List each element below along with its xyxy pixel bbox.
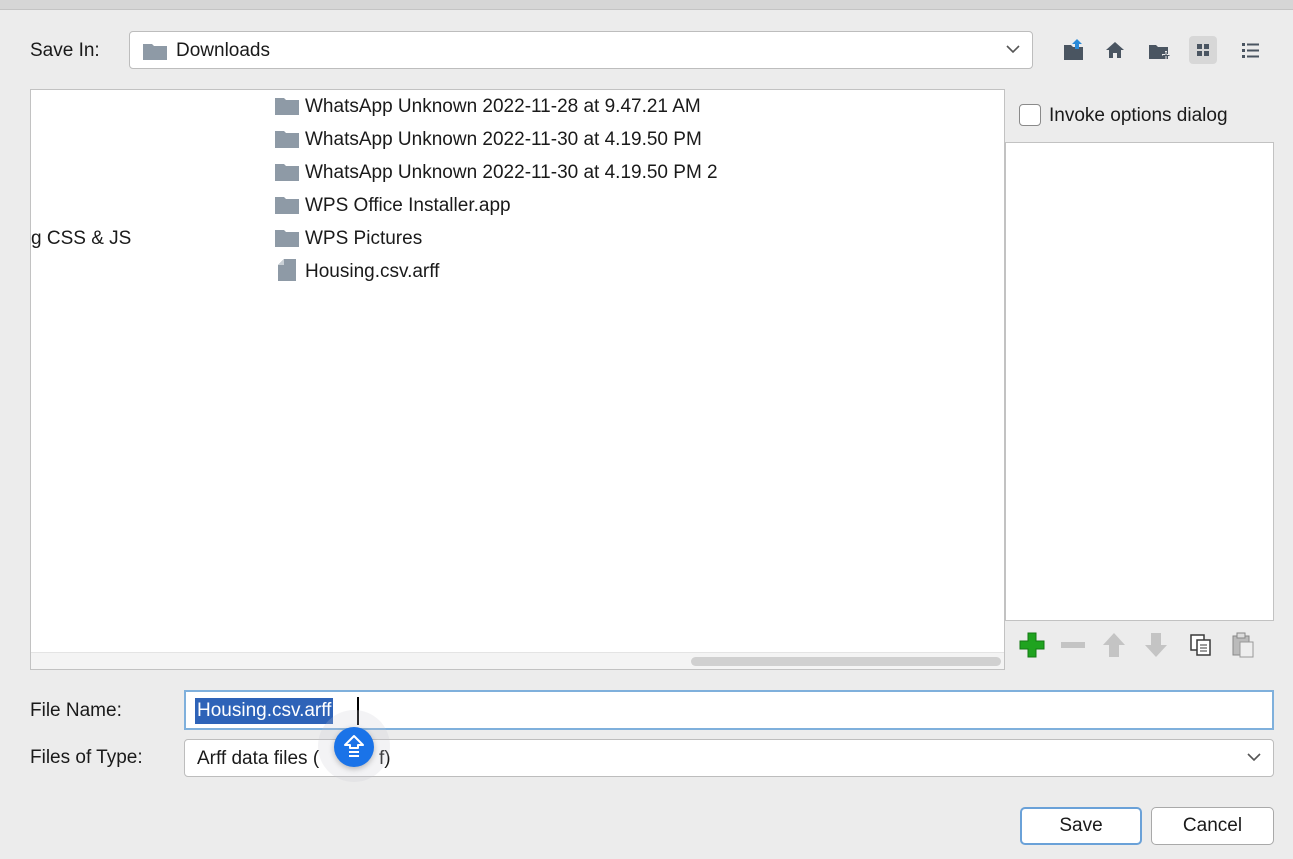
file-name-value: Housing.csv.arff	[195, 698, 334, 724]
paste-icon[interactable]	[1228, 630, 1258, 660]
list-item-name: WPS Office Installer.app	[305, 195, 511, 216]
file-name-label: File Name:	[30, 700, 122, 721]
save-in-value: Downloads	[176, 40, 270, 61]
folder-icon	[275, 163, 299, 187]
add-icon[interactable]	[1017, 630, 1047, 660]
up-folder-icon[interactable]	[1061, 36, 1089, 64]
list-item-name: Housing.csv.arff	[305, 261, 440, 282]
list-item-partial[interactable]: g CSS & JS	[31, 228, 131, 250]
list-item-name: WhatsApp Unknown 2022-11-28 at 9.47.21 A…	[305, 96, 701, 117]
folder-icon	[275, 97, 299, 121]
invoke-options-checkbox[interactable]	[1019, 104, 1041, 126]
options-list[interactable]	[1005, 142, 1274, 621]
list-item-name: WhatsApp Unknown 2022-11-30 at 4.19.50 P…	[305, 162, 718, 183]
arrow-up-icon	[344, 735, 364, 757]
title-bar-divider	[0, 9, 1293, 10]
save-in-dropdown[interactable]: Downloads	[129, 31, 1033, 69]
files-of-type-label: Files of Type:	[30, 747, 143, 768]
files-of-type-value-start: Arff data files (	[197, 748, 320, 769]
chevron-down-icon	[1004, 40, 1022, 64]
file-list[interactable]: g CSS & JS WhatsApp Unknown 2022-11-28 a…	[30, 89, 1005, 670]
copy-icon[interactable]	[1186, 630, 1216, 660]
invoke-options-label: Invoke options dialog	[1049, 105, 1228, 126]
cancel-button[interactable]: Cancel	[1151, 807, 1274, 845]
folder-icon	[275, 130, 299, 154]
remove-icon[interactable]	[1058, 630, 1088, 660]
save-button[interactable]: Save	[1020, 807, 1142, 845]
save-in-label: Save In:	[30, 40, 100, 61]
folder-icon	[143, 43, 167, 66]
list-item-name: WhatsApp Unknown 2022-11-30 at 4.19.50 P…	[305, 129, 702, 150]
move-up-icon[interactable]	[1099, 630, 1129, 660]
horizontal-scrollbar[interactable]	[691, 657, 1001, 666]
folder-icon	[275, 196, 299, 220]
list-item-name: WPS Pictures	[305, 228, 423, 249]
title-bar-edge	[0, 0, 1293, 9]
file-icon	[278, 259, 296, 287]
details-view-icon[interactable]	[1237, 36, 1265, 64]
chevron-down-icon	[1245, 748, 1263, 772]
move-down-icon[interactable]	[1141, 630, 1171, 660]
list-view-icon[interactable]	[1189, 36, 1217, 64]
home-icon[interactable]	[1101, 36, 1129, 64]
floating-assist-button[interactable]	[334, 727, 374, 767]
folder-icon	[275, 229, 299, 253]
new-folder-icon[interactable]	[1146, 36, 1174, 64]
